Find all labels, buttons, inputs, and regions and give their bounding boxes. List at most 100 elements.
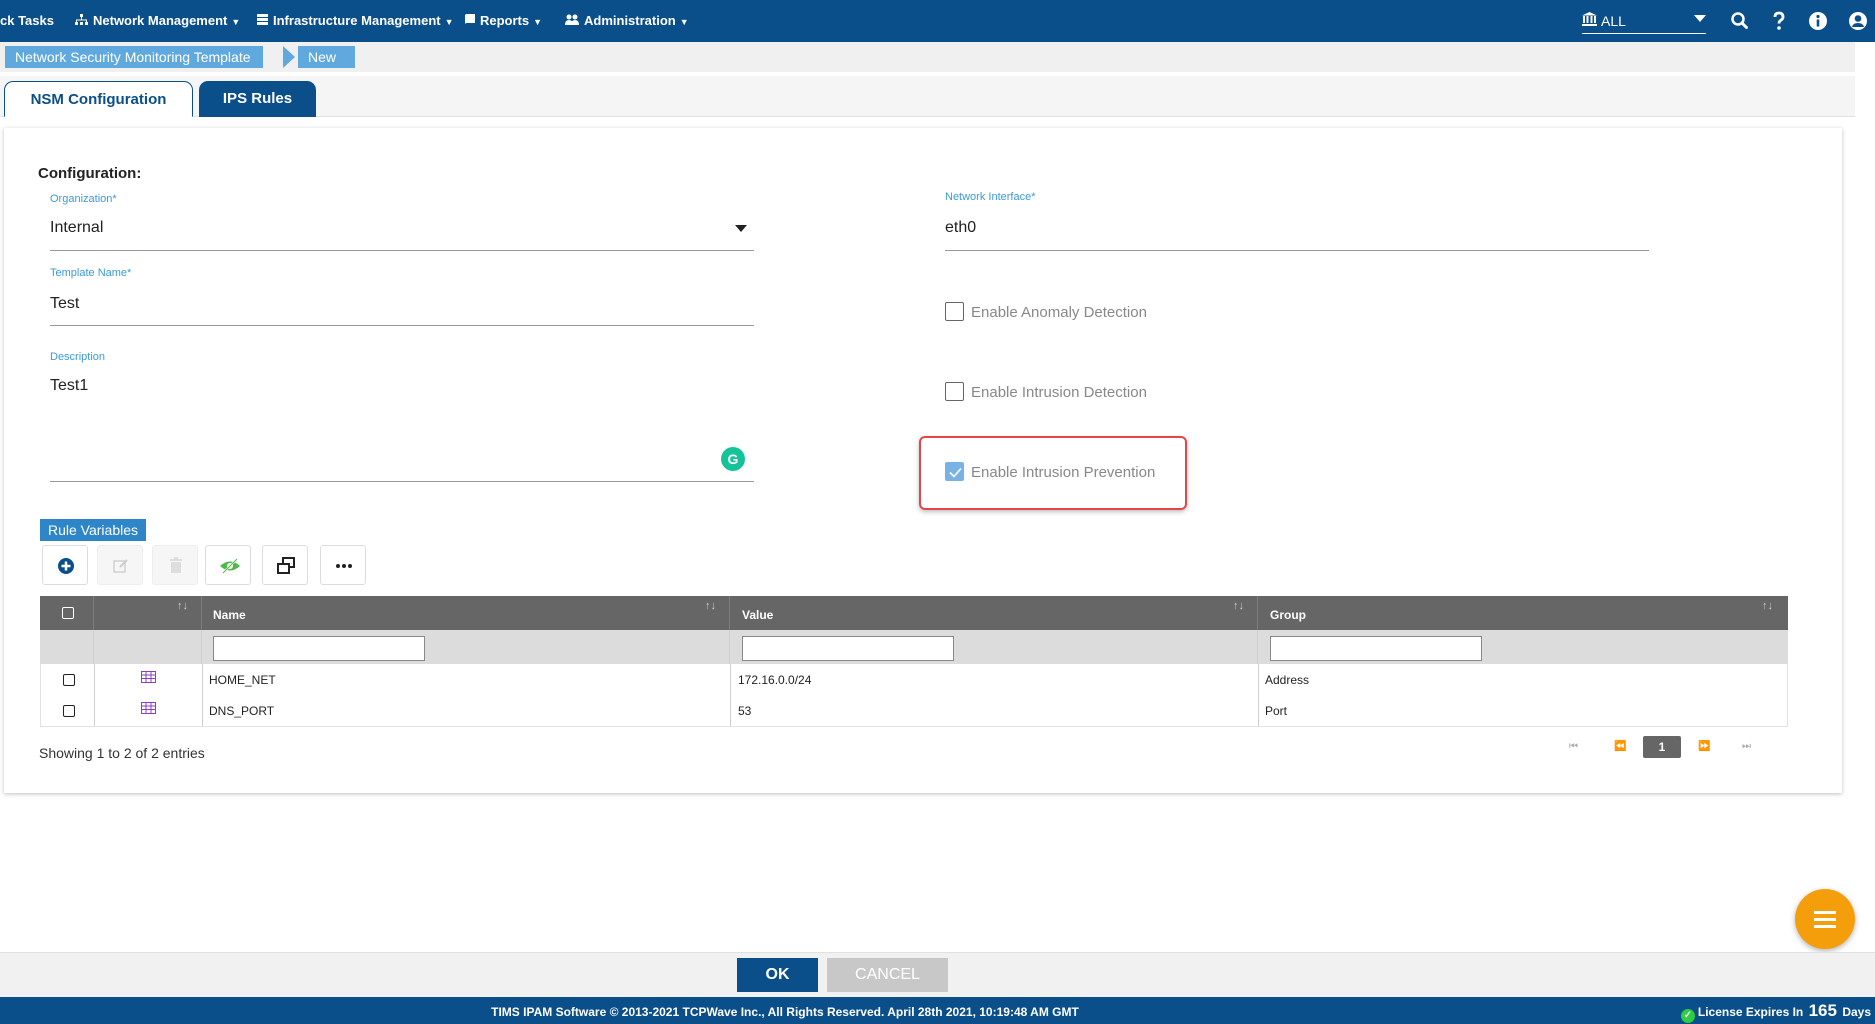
first-page-icon[interactable]: ⏮ [1569, 741, 1578, 752]
caret-down-icon: ▼ [231, 17, 241, 27]
more-icon [336, 564, 352, 568]
nav-item-label: Network Management [93, 13, 228, 28]
nav-item-reports[interactable]: Reports ▼ [465, 0, 542, 42]
row-name: HOME_NET [209, 673, 276, 687]
group-filter-input[interactable] [1270, 636, 1482, 661]
checkbox-box[interactable] [945, 302, 964, 321]
nav-item-administration[interactable]: Administration ▼ [565, 0, 689, 42]
column-separator [202, 664, 203, 695]
organization-select[interactable]: Internal [50, 219, 750, 243]
book-icon [465, 0, 475, 42]
more-button[interactable] [320, 545, 366, 585]
visibility-button[interactable] [205, 545, 251, 585]
institution-icon [1582, 12, 1597, 29]
add-icon [58, 558, 74, 574]
next-page-icon[interactable]: ⏩ [1698, 741, 1710, 752]
rule-variables-title: Rule Variables [40, 519, 147, 541]
organization-selector[interactable]: ALL [1582, 9, 1706, 34]
info-icon[interactable] [1806, 9, 1830, 33]
hamburger-icon [1814, 925, 1836, 928]
column-separator [202, 695, 203, 726]
search-icon[interactable] [1728, 9, 1752, 33]
checkbox-label: Enable Intrusion Detection [971, 384, 1147, 401]
nav-item-quick-tasks[interactable]: ck Tasks [0, 0, 54, 42]
checkbox-label: Enable Anomaly Detection [971, 304, 1147, 321]
column-separator [730, 695, 731, 726]
table-view-icon[interactable] [141, 671, 156, 683]
edit-button[interactable] [97, 545, 143, 585]
template-name-underline [50, 325, 754, 326]
sort-icon[interactable]: ↑↓ [705, 600, 716, 612]
users-icon [565, 0, 579, 42]
caret-down-icon [1694, 15, 1706, 22]
sort-icon[interactable]: ↑↓ [177, 600, 188, 612]
caret-down-icon[interactable] [735, 225, 747, 232]
add-button[interactable] [42, 545, 88, 585]
sitemap-icon [75, 0, 88, 42]
breadcrumb-item-new[interactable]: New [298, 46, 355, 68]
column-separator [1258, 695, 1259, 726]
nav-item-label: Reports [480, 13, 530, 28]
column-header-group[interactable]: Group [1270, 608, 1306, 622]
tab-ips-rules[interactable]: IPS Rules [199, 81, 316, 117]
footer: TIMS IPAM Software © 2013-2021 TCPWave I… [0, 997, 1875, 1024]
checkbox-box[interactable] [945, 382, 964, 401]
organization-label: Organization* [50, 193, 117, 205]
hamburger-icon [1814, 911, 1836, 914]
row-checkbox[interactable] [63, 674, 75, 686]
value-filter-input[interactable] [742, 636, 954, 661]
last-page-icon[interactable]: ⏭ [1742, 741, 1751, 752]
license-days: 165 [1808, 1001, 1837, 1020]
description-textarea[interactable]: Test1 [50, 377, 710, 477]
breadcrumb-item-template[interactable]: Network Security Monitoring Template [5, 46, 263, 68]
column-separator [201, 596, 202, 630]
server-icon [257, 0, 268, 42]
column-header-name[interactable]: Name [213, 608, 246, 622]
delete-icon [170, 557, 182, 573]
menu-fab-button[interactable] [1795, 889, 1855, 949]
checkbox-box-checked[interactable] [945, 462, 964, 481]
column-separator [730, 664, 731, 695]
user-icon[interactable] [1846, 9, 1870, 33]
table-view-icon[interactable] [141, 702, 156, 714]
network-interface-input[interactable]: eth0 [945, 219, 1645, 243]
cancel-button[interactable]: CANCEL [827, 958, 948, 992]
column-separator [1257, 630, 1258, 664]
column-separator [1258, 664, 1259, 695]
template-name-label: Template Name* [50, 267, 132, 279]
row-checkbox[interactable] [63, 705, 75, 717]
name-filter-input[interactable] [213, 636, 425, 661]
license-suffix: Days [1842, 1005, 1871, 1019]
column-separator [94, 695, 95, 726]
sort-icon[interactable]: ↑↓ [1233, 600, 1244, 612]
help-icon[interactable] [1767, 9, 1791, 33]
select-all-checkbox[interactable] [62, 607, 74, 619]
visibility-icon [220, 558, 240, 574]
column-separator [729, 630, 730, 664]
copy-button[interactable] [262, 545, 308, 585]
network-interface-label: Network Interface* [945, 191, 1036, 203]
edit-icon [113, 559, 128, 573]
page-number-button[interactable]: 1 [1643, 736, 1681, 758]
delete-button[interactable] [152, 545, 198, 585]
ok-button[interactable]: OK [737, 958, 818, 992]
table-row[interactable]: DNS_PORT 53 Port [40, 695, 1788, 727]
column-separator [1257, 596, 1258, 630]
column-header-value[interactable]: Value [742, 608, 773, 622]
nav-item-infrastructure-management[interactable]: Infrastructure Management ▼ [257, 0, 454, 42]
grammarly-icon[interactable]: G [721, 447, 745, 471]
footer-copyright: TIMS IPAM Software © 2013-2021 TCPWave I… [491, 1005, 1079, 1019]
sort-icon[interactable]: ↑↓ [1762, 600, 1773, 612]
column-separator [93, 596, 94, 630]
description-underline [50, 481, 754, 482]
column-separator [201, 630, 202, 664]
template-name-input[interactable]: Test [50, 295, 750, 319]
row-value: 53 [738, 704, 752, 718]
tab-nsm-configuration[interactable]: NSM Configuration [4, 81, 193, 117]
previous-page-icon[interactable]: ⏪ [1614, 741, 1626, 752]
breadcrumb: Network Security Monitoring Template New [0, 42, 1855, 72]
column-separator [94, 664, 95, 695]
breadcrumb-separator [283, 46, 295, 68]
table-row[interactable]: HOME_NET 172.16.0.0/24 Address [40, 664, 1788, 696]
nav-item-network-management[interactable]: Network Management ▼ [75, 0, 240, 42]
